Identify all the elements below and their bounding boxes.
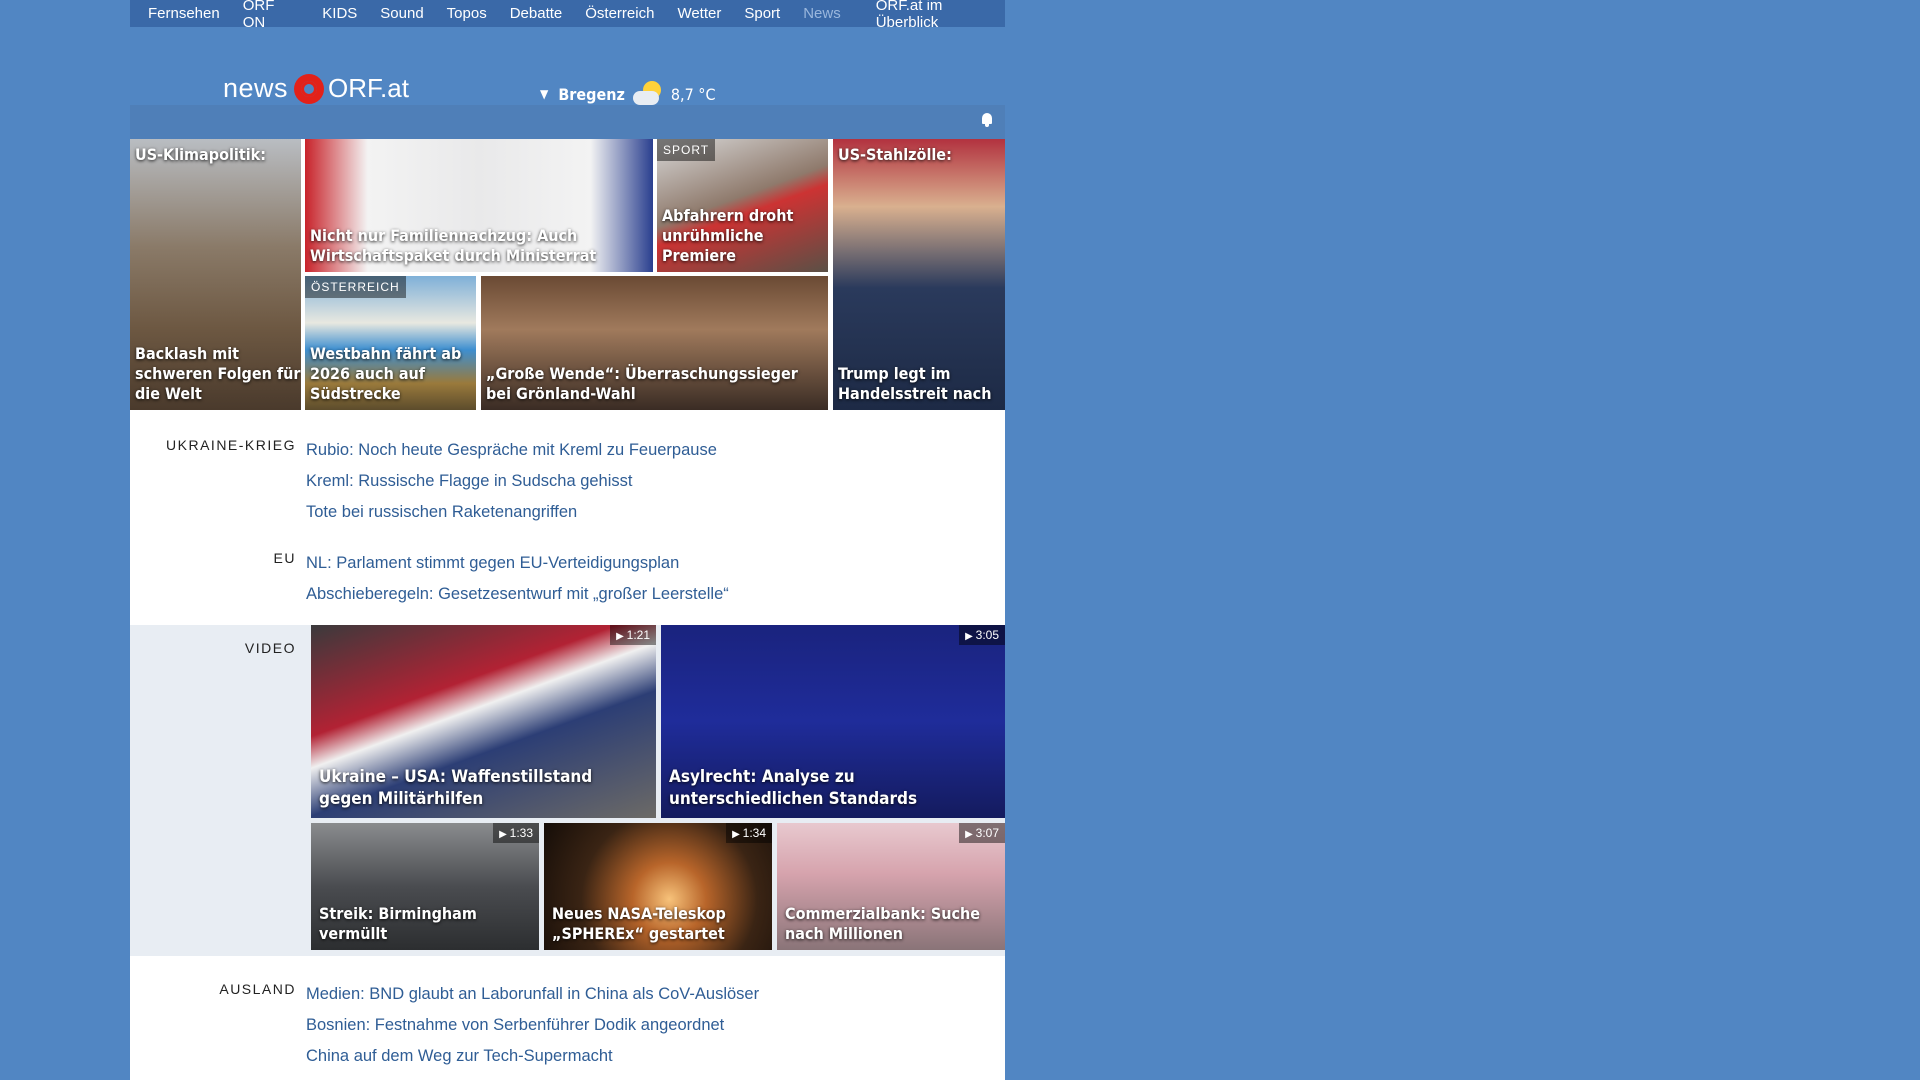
weather-city[interactable]: Bregenz xyxy=(558,85,625,104)
news-orf-logo[interactable]: news ORF.at xyxy=(223,73,409,104)
story-title: Westbahn fährt ab 2026 auch auf Südstrec… xyxy=(310,344,462,403)
notification-bar xyxy=(130,105,1005,139)
video-tile-commerzialbank[interactable]: 3:07 Commerzialbank: Suche nach Millione… xyxy=(777,823,1005,950)
video-section: VIDEO 1:21 Ukraine – USA: Waffenstillsta… xyxy=(130,625,1005,956)
headline-link[interactable]: Kreml: Russische Flagge in Sudscha gehis… xyxy=(306,466,717,497)
orf-eye-icon xyxy=(294,73,325,104)
headline-link[interactable]: Rubio: Noch heute Gespräche mit Kreml zu… xyxy=(306,435,717,466)
story-title: Abfahrern droht unrühmliche Premiere xyxy=(662,206,794,265)
story-title: Backlash mit schweren Folgen für die Wel… xyxy=(135,344,301,403)
story-title: Trump legt im Handelsstreit nach xyxy=(838,364,992,403)
page-wrapper: Fernsehen ORF ON KIDS Sound Topos Debatt… xyxy=(130,0,1005,1080)
top-navigation: Fernsehen ORF ON KIDS Sound Topos Debatt… xyxy=(130,0,1005,31)
video-duration: 1:21 xyxy=(610,625,656,645)
story-tile-groenland[interactable]: „Große Wende“: Überraschungssieger bei G… xyxy=(481,276,828,410)
nav-overview-link[interactable]: ORF.at im Überblick xyxy=(876,0,1005,31)
dropdown-triangle-icon[interactable]: ▼ xyxy=(540,87,548,101)
video-duration: 3:07 xyxy=(959,823,1005,843)
headline-list: NL: Parlament stimmt gegen EU-Verteidigu… xyxy=(306,548,729,610)
headline-link[interactable]: Tote bei russischen Raketenangriffen xyxy=(306,497,717,528)
story-tile-stahlzoelle[interactable]: US-Stahlzölle: Trump legt im Handelsstre… xyxy=(833,139,1005,410)
story-tile-sport[interactable]: SPORT Abfahrern droht unrühmliche Premie… xyxy=(657,139,828,272)
headline-link[interactable]: NL: Parlament stimmt gegen EU-Verteidigu… xyxy=(306,548,729,579)
nav-item-orf-on[interactable]: ORF ON xyxy=(243,0,300,31)
logo-news-text: news xyxy=(223,73,289,103)
weather-temperature: 8,7 °C xyxy=(670,84,716,104)
video-tile-birmingham[interactable]: 1:33 Streik: Birmingham vermüllt xyxy=(311,823,539,950)
headline-list: Rubio: Noch heute Gespräche mit Kreml zu… xyxy=(306,435,717,528)
main-content: US-Klimapolitik: Backlash mit schweren F… xyxy=(130,105,1005,1080)
bell-icon[interactable] xyxy=(980,113,994,127)
site-header: news ORF.at ▼ Bregenz 8,7 °C xyxy=(130,27,1005,105)
video-title: Ukraine – USA: Waffenstillstand gegen Mi… xyxy=(319,767,593,809)
logo-orf-text: ORF.at xyxy=(328,73,409,103)
section-label: VIDEO xyxy=(244,640,296,656)
story-title: Nicht nur Familiennachzug: Auch Wirtscha… xyxy=(310,226,597,265)
headline-link[interactable]: China auf dem Weg zur Tech-Supermacht xyxy=(306,1041,759,1072)
video-title: Neues NASA-Teleskop „SPHEREx“ gestartet xyxy=(552,904,726,943)
story-kicker: US-Klimapolitik: xyxy=(135,145,266,164)
nav-item-debatte[interactable]: Debatte xyxy=(510,5,563,22)
headline-link[interactable]: Medien: BND glaubt an Laborunfall in Chi… xyxy=(306,979,759,1010)
video-duration: 3:05 xyxy=(959,625,1005,645)
video-title: Asylrecht: Analyse zu unterschiedlichen … xyxy=(669,767,918,809)
story-tile-ministerrat[interactable]: Nicht nur Familiennachzug: Auch Wirtscha… xyxy=(305,139,653,272)
video-title: Commerzialbank: Suche nach Millionen xyxy=(785,904,981,943)
nav-item-sport[interactable]: Sport xyxy=(744,5,780,22)
headline-link[interactable]: Abschieberegeln: Gesetzesentwurf mit „gr… xyxy=(306,579,729,610)
nav-item-wetter[interactable]: Wetter xyxy=(677,5,721,22)
headline-list: Medien: BND glaubt an Laborunfall in Chi… xyxy=(306,979,759,1072)
nav-item-sound[interactable]: Sound xyxy=(380,5,423,22)
story-tile-klimapolitik[interactable]: US-Klimapolitik: Backlash mit schweren F… xyxy=(130,139,301,410)
category-tag: SPORT xyxy=(657,139,716,161)
video-tile-nasa[interactable]: 1:34 Neues NASA-Teleskop „SPHEREx“ gesta… xyxy=(544,823,772,950)
video-duration: 1:33 xyxy=(493,823,539,843)
section-label: UKRAINE-KRIEG xyxy=(166,437,296,453)
nav-item-news-active[interactable]: News xyxy=(803,5,841,22)
story-title: „Große Wende“: Überraschungssieger bei G… xyxy=(486,364,798,403)
nav-item-topos[interactable]: Topos xyxy=(447,5,487,22)
video-duration: 1:34 xyxy=(726,823,772,843)
video-title: Streik: Birmingham vermüllt xyxy=(319,904,477,943)
video-tile-asylrecht[interactable]: 3:05 Asylrecht: Analyse zu unterschiedli… xyxy=(661,625,1005,818)
section-label: EU xyxy=(273,550,296,566)
nav-item-oesterreich[interactable]: Österreich xyxy=(585,5,654,22)
category-tag: ÖSTERREICH xyxy=(305,276,406,298)
headline-link[interactable]: Bosnien: Festnahme von Serbenführer Dodi… xyxy=(306,1010,759,1041)
story-kicker: US-Stahlzölle: xyxy=(838,145,952,164)
nav-item-kids[interactable]: KIDS xyxy=(322,5,357,22)
nav-item-fernsehen[interactable]: Fernsehen xyxy=(148,5,220,22)
section-label: AUSLAND xyxy=(219,981,296,997)
story-tile-westbahn[interactable]: ÖSTERREICH Westbahn fährt ab 2026 auch a… xyxy=(305,276,476,410)
video-tile-ukraine-usa[interactable]: 1:21 Ukraine – USA: Waffenstillstand geg… xyxy=(311,625,656,818)
